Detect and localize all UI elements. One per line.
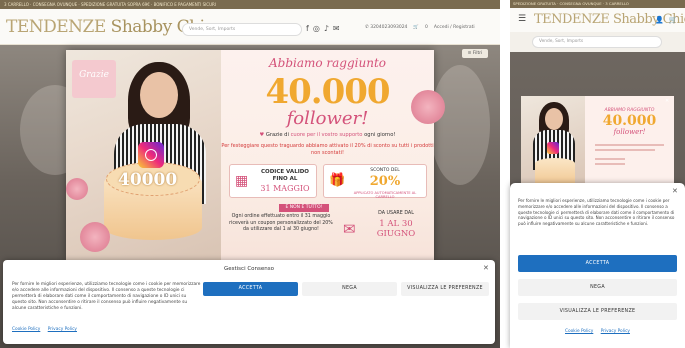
mobile-announcement-bar: SPEDIZIONE GRATUITA · CONSEGNA OVUNQUE ·… xyxy=(510,0,685,8)
top-announcement-bar: 3 CARRELLO · CONSEGNA OVUNQUE · SPEDIZIO… xyxy=(0,0,500,9)
discount-value: 20% xyxy=(369,174,401,189)
discount-applied: APPLICATO AUTOMATICAMENTE AL CARRELLO xyxy=(353,191,417,199)
text-placeholder-line xyxy=(595,149,655,151)
code-valid-date: 31 MAGGIO xyxy=(260,184,310,193)
mobile-promo-photo xyxy=(521,96,585,188)
thank-you-caption: Grazie xyxy=(79,70,109,80)
privacy-policy-link[interactable]: Privacy Policy xyxy=(601,329,630,334)
tiktok-icon[interactable]: ♪ xyxy=(324,24,329,33)
cookie-policy-link[interactable]: Cookie Policy xyxy=(565,329,593,334)
promo-thanks: ♥ Grazie di cuore per il vostro supporto… xyxy=(259,132,396,138)
logo-text-tendenze: TENDENZE xyxy=(6,17,106,37)
phone-number[interactable]: ✆ 3204023093024 xyxy=(365,25,407,30)
mobile-deny-button[interactable]: NEGA xyxy=(518,279,677,296)
hamburger-menu-icon[interactable]: ☰ xyxy=(518,14,526,24)
mobile-promo-close-icon[interactable]: ✕ xyxy=(665,98,669,104)
privacy-policy-link[interactable]: Privacy Policy xyxy=(48,327,77,332)
mobile-search-input[interactable]: Vende, Sort, Imports xyxy=(532,36,662,48)
code-valid-label: CODICE VALIDO FINO AL xyxy=(261,169,309,182)
cookie-links: Cookie Policy Privacy Policy xyxy=(12,327,83,332)
discount-box: 🎁 SCONTO DEL 20% APPLICATO AUTOMATICAMEN… xyxy=(323,164,427,199)
calendar-icon: ▦ xyxy=(235,173,249,189)
cart-icon[interactable]: 🛒 xyxy=(413,25,419,30)
cookie-policy-link[interactable]: Cookie Policy xyxy=(12,327,40,332)
coupon-envelope-icon: ✉ xyxy=(343,220,356,238)
mobile-cookie-consent-banner: ✕ Per fornire le migliori esperienze, ut… xyxy=(510,183,685,348)
rose-decoration xyxy=(80,222,110,252)
close-icon[interactable]: ✕ xyxy=(483,264,489,272)
thank-you-card: Grazie xyxy=(72,60,116,98)
promo-modal: Grazie 40000 Abbiamo raggiunto 40.000 fo… xyxy=(66,50,445,260)
cookie-title: Gestisci Consenso xyxy=(223,266,275,272)
coupon-offer-text: Ogni ordine effettuato entro il 31 maggi… xyxy=(229,214,333,232)
screenshot-stage: 3 CARRELLO · CONSEGNA OVUNQUE · SPEDIZIO… xyxy=(0,0,685,348)
cookie-text: Per fornire le migliori esperienze, util… xyxy=(12,282,201,311)
promo-photo: Grazie 40000 xyxy=(66,50,221,260)
hero-decor xyxy=(430,65,490,185)
text-placeholder-line xyxy=(595,144,664,146)
not-all-badge: E NON È TUTTO! xyxy=(279,204,329,212)
promo-reached: Abbiamo raggiunto xyxy=(268,56,387,70)
email-icon[interactable]: ✉ xyxy=(333,24,340,33)
mobile-header: ☰ TENDENZE Shabby Chic 👤 🛒 xyxy=(510,8,685,32)
person-face xyxy=(545,108,563,130)
mobile-promo-content: ABBIAMO RAGGIUNTO 40.000 follower! xyxy=(585,96,674,188)
promo-celebrate-text: Per festeggiare questo traguardo abbiamo… xyxy=(221,143,434,156)
account-link[interactable]: Accedi / Registrati xyxy=(434,25,475,30)
mobile-promo-follower: follower! xyxy=(613,128,646,136)
instagram-logo-icon xyxy=(138,142,164,168)
search-input[interactable]: Vende, Sort, Imports xyxy=(182,23,302,36)
usage-dates: 1 AL 30 GIUGNO xyxy=(376,219,416,239)
mobile-promo-number: 40.000 xyxy=(602,113,657,129)
cart-count: 0 xyxy=(425,25,428,30)
code-validity-box: ▦ CODICE VALIDO FINO AL 31 MAGGIO xyxy=(229,164,317,198)
mobile-cookie-text: Per fornire le migliori esperienze, util… xyxy=(518,198,675,227)
cake-number: 40000 xyxy=(118,170,178,190)
promo-follower-word: follower! xyxy=(286,108,369,129)
person-face xyxy=(140,72,178,118)
usage-label: DA USARE DAL xyxy=(378,211,414,216)
mobile-search-bar: Vende, Sort, Imports xyxy=(510,32,685,52)
cart-icon[interactable]: 🛒 xyxy=(669,16,678,24)
filter-label: Filtri xyxy=(472,51,483,56)
text-placeholder-line xyxy=(595,158,625,160)
social-links: f ◎ ♪ ✉ xyxy=(306,24,340,33)
gift-icon: 🎁 xyxy=(329,173,346,188)
discount-label: SCONTO DEL xyxy=(370,168,400,173)
close-icon[interactable]: ✕ xyxy=(672,187,678,195)
site-header: TENDENZE Shabby Chic Vende, Sort, Import… xyxy=(0,9,500,45)
accept-button[interactable]: ACCETTA xyxy=(203,282,298,296)
facebook-icon[interactable]: f xyxy=(306,24,309,33)
mobile-promo-modal: ABBIAMO RAGGIUNTO 40.000 follower! xyxy=(521,96,674,188)
mobile-cookie-links: Cookie Policy Privacy Policy xyxy=(510,329,685,334)
view-preferences-button[interactable]: VISUALIZZA LE PREFERENZE xyxy=(401,282,489,296)
deny-button[interactable]: NEGA xyxy=(302,282,397,296)
cookie-consent-banner: Gestisci Consenso ✕ Per fornire le migli… xyxy=(3,260,495,344)
user-icon[interactable]: 👤 xyxy=(655,16,664,24)
mobile-view-preferences-button[interactable]: VISUALIZZA LE PREFERENZE xyxy=(518,303,677,320)
promo-content: Abbiamo raggiunto 40.000 follower! ♥ Gra… xyxy=(221,50,445,260)
header-actions: ✆ 3204023093024 🛒 0 Accedi / Registrati xyxy=(365,25,475,30)
mobile-header-icons: 👤 🛒 xyxy=(655,16,677,24)
instagram-logo-icon xyxy=(547,142,559,154)
instagram-icon[interactable]: ◎ xyxy=(313,24,320,33)
rose-decoration xyxy=(66,178,88,200)
promo-follower-count: 40.000 xyxy=(265,72,390,112)
desktop-view: 3 CARRELLO · CONSEGNA OVUNQUE · SPEDIZIO… xyxy=(0,0,500,348)
coupon-usage-box: ✉ DA USARE DAL 1 AL 30 GIUGNO xyxy=(337,208,429,248)
mobile-accept-button[interactable]: ACCETTA xyxy=(518,255,677,272)
text-placeholder-line xyxy=(595,163,625,165)
filter-button[interactable]: ≡ Filtri xyxy=(462,49,488,58)
